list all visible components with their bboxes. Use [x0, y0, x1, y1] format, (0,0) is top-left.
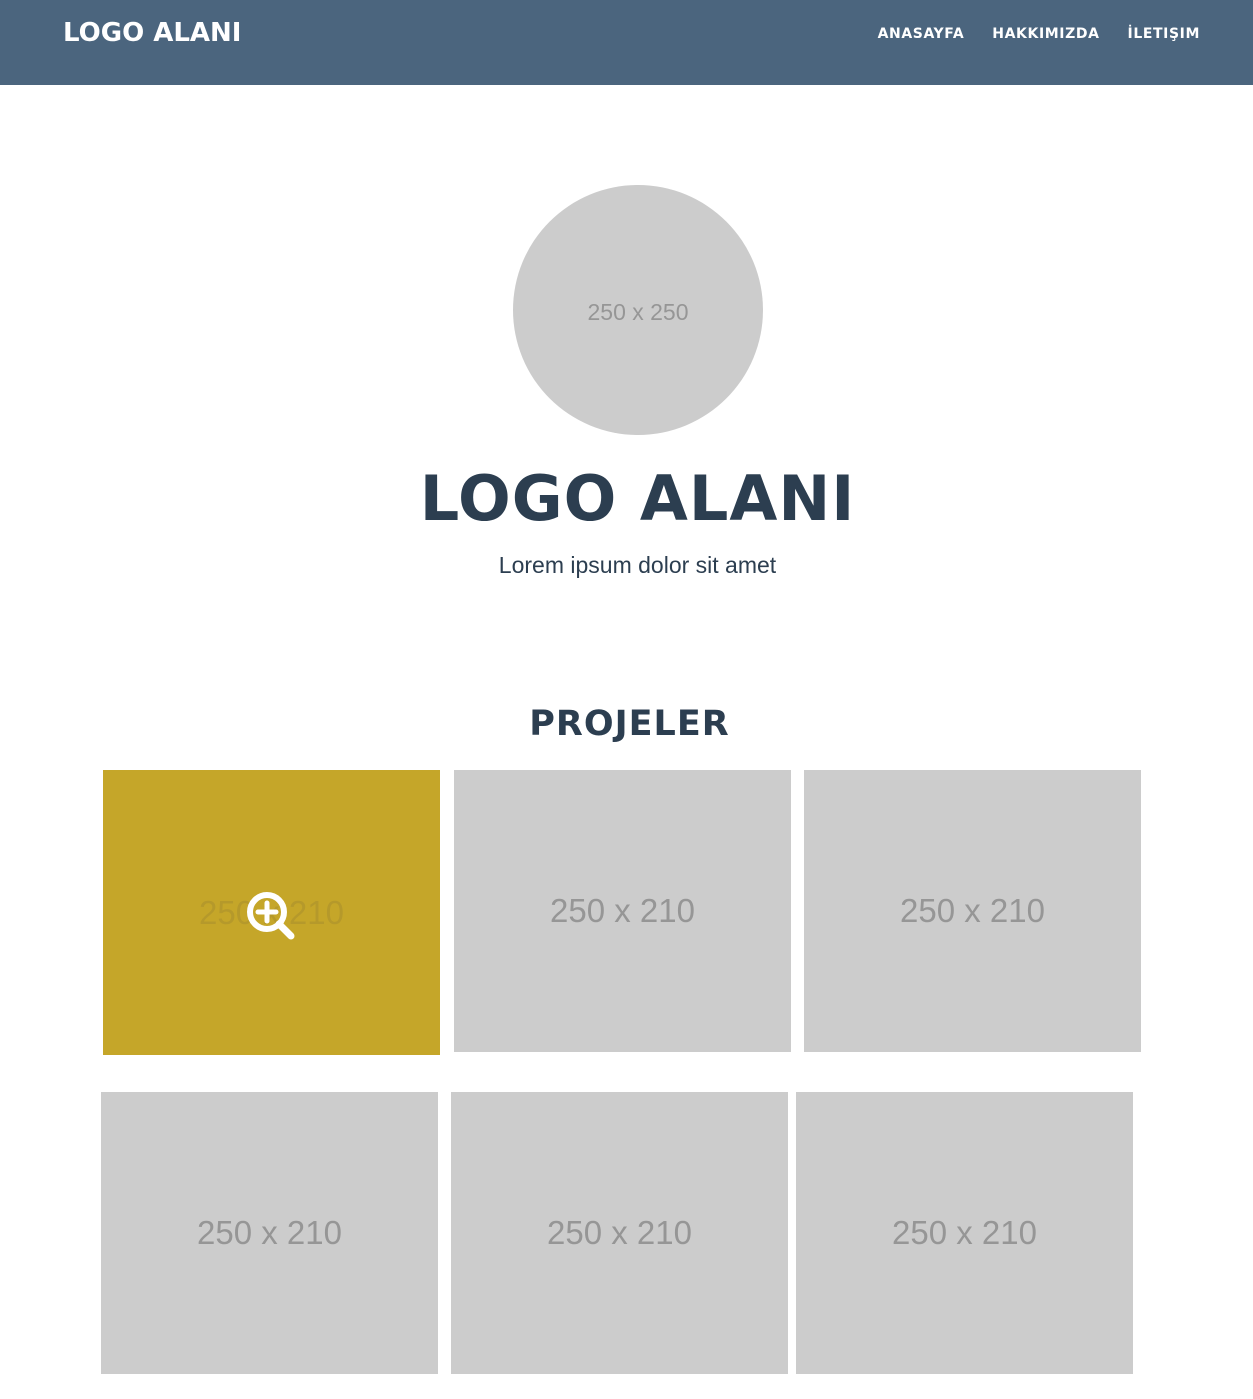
project-tile-placeholder-text: 250 x 210 [900, 892, 1045, 929]
project-tile-2[interactable]: 250 x 210 [454, 770, 791, 1052]
project-tile-placeholder-text: 250 x 210 [892, 1214, 1037, 1251]
nav-link-iletisim[interactable]: İLETIŞIM [1128, 24, 1200, 44]
project-tile-5[interactable]: 250 x 210 [451, 1092, 788, 1374]
brand-logo-link[interactable]: LOGO ALANI [63, 16, 241, 50]
project-tile-placeholder-text: 250 x 210 [550, 892, 695, 929]
project-tile-placeholder-text: 250 x 210 [547, 1214, 692, 1251]
hero-subtitle: Lorem ipsum dolor sit amet [498, 552, 777, 578]
project-tile-1[interactable]: 250 x 210 [103, 770, 440, 1055]
hero-title: LOGO ALANI [419, 462, 856, 535]
nav-menu: ANASAYFA HAKKIMIZDA İLETIŞIM [850, 24, 1200, 44]
nav-link-hakkimizda[interactable]: HAKKIMIZDA [992, 24, 1099, 44]
projects-section-title: PROJELER [529, 704, 730, 744]
profile-avatar: 250 x 250 [513, 185, 763, 435]
navbar: LOGO ALANI ANASAYFA HAKKIMIZDA İLETIŞIM [0, 0, 1253, 85]
project-tile-6[interactable]: 250 x 210 [796, 1092, 1133, 1374]
project-tile-3[interactable]: 250 x 210 [804, 770, 1141, 1052]
zoom-in-icon [246, 891, 294, 939]
project-tile-placeholder-text: 250 x 210 [197, 1214, 342, 1251]
nav-link-anasayfa[interactable]: ANASAYFA [878, 24, 965, 44]
project-tile-4[interactable]: 250 x 210 [101, 1092, 438, 1374]
avatar-placeholder-text: 250 x 250 [587, 298, 689, 325]
